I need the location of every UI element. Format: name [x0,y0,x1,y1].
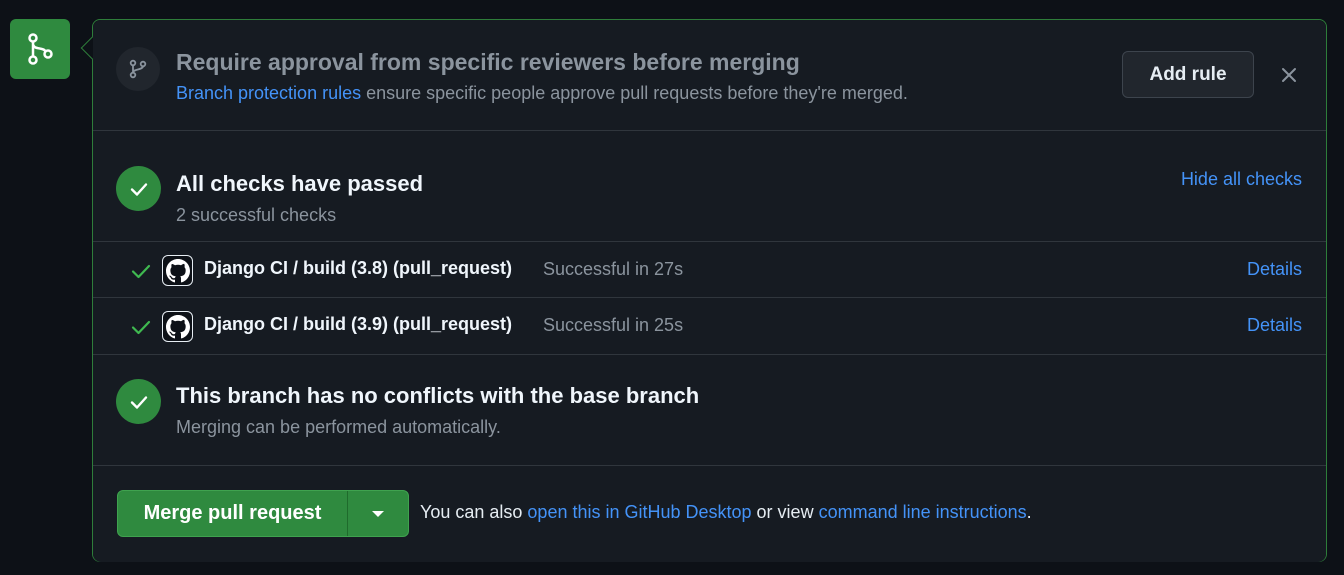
command-line-instructions-link[interactable]: command line instructions [819,502,1027,522]
github-logo-icon [162,255,193,286]
add-rule-button[interactable]: Add rule [1122,51,1254,98]
check-icon [131,264,151,279]
check-row: Django CI / build (3.9) (pull_request) S… [93,298,1326,355]
git-branch-icon [116,47,160,91]
checks-title: All checks have passed [176,171,424,196]
branch-protection-rules-link[interactable]: Branch protection rules [176,83,361,103]
merge-note-suffix: . [1026,502,1032,522]
check-status: Successful in 25s [543,315,684,335]
check-name: Django CI / build (3.9) (pull_request) [204,314,513,334]
merge-note: You can also open this in GitHub Desktop… [420,502,1032,523]
checks-summary: All checks have passed 2 successful chec… [93,131,1326,242]
hide-all-checks-link[interactable]: Hide all checks [1181,169,1302,190]
conflicts-title: This branch has no conflicts with the ba… [176,383,700,408]
rule-description: Branch protection rules ensure specific … [176,83,908,104]
github-desktop-link[interactable]: open this in GitHub Desktop [527,502,751,522]
details-link[interactable]: Details [1247,259,1302,280]
check-row: Django CI / build (3.8) (pull_request) S… [93,242,1326,298]
caret-down-icon [372,510,384,517]
conflicts-summary: This branch has no conflicts with the ba… [93,355,1326,466]
details-link[interactable]: Details [1247,315,1302,336]
checks-subtitle: 2 successful checks [176,205,337,225]
git-merge-icon [10,19,70,79]
merge-note-prefix: You can also [420,502,528,522]
merge-method-dropdown[interactable] [348,491,408,536]
check-circle-icon [116,166,161,211]
check-icon [131,320,151,335]
check-circle-icon [116,379,161,424]
merge-actions: Merge pull request You can also open thi… [93,466,1326,562]
merge-button-group: Merge pull request [117,490,409,537]
merge-note-middle: or view [751,502,819,522]
merge-box: Require approval from specific reviewers… [80,19,1327,562]
check-name: Django CI / build (3.8) (pull_request) [204,258,513,278]
github-logo-icon [162,311,193,342]
rule-description-text: ensure specific people approve pull requ… [361,83,908,103]
rule-title: Require approval from specific reviewers… [176,49,800,75]
branch-rule-suggestion: Require approval from specific reviewers… [93,20,1326,131]
close-icon[interactable] [1275,61,1303,89]
check-status: Successful in 27s [543,259,684,279]
conflicts-subtitle: Merging can be performed automatically. [176,417,501,437]
merge-pull-request-button[interactable]: Merge pull request [118,491,348,536]
